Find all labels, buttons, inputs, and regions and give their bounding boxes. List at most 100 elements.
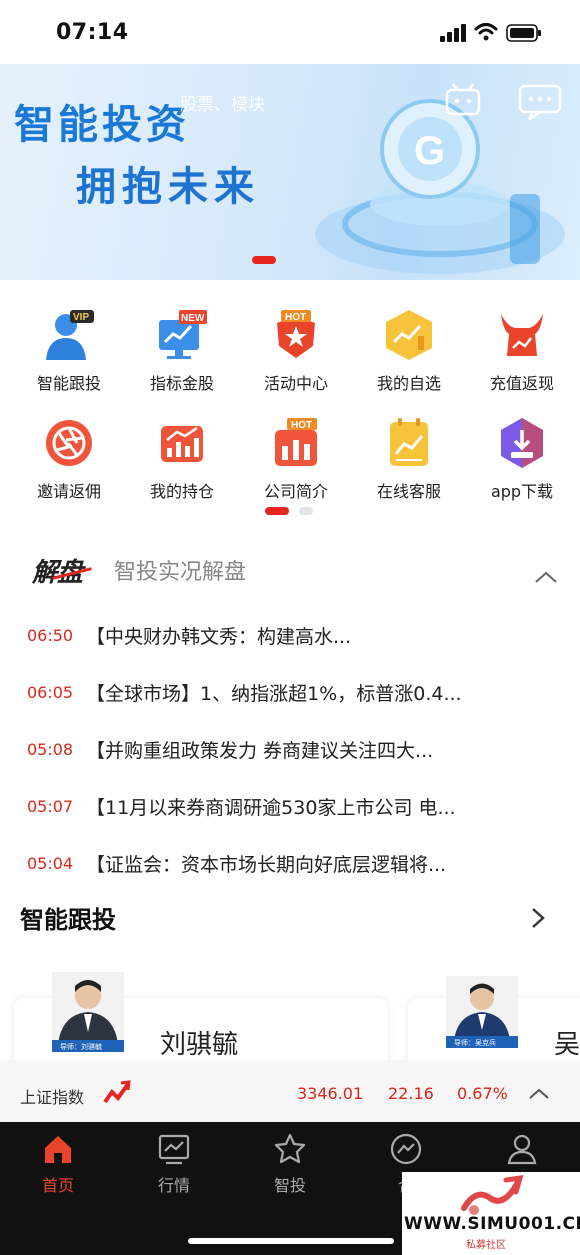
index-ticker[interactable]: 上证指数 3346.01 22.16 0.67%	[0, 1060, 580, 1122]
grid-item-label: 我的自选	[376, 374, 441, 393]
bull-icon	[501, 314, 543, 356]
tab-smart-invest[interactable]: 智投	[250, 1132, 330, 1196]
trend-calendar-icon	[390, 418, 428, 466]
grid-item-my-watchlist[interactable]: 我的自选	[354, 300, 464, 394]
svg-text:NEW: NEW	[181, 313, 205, 324]
hot-star-badge-icon: HOT	[277, 310, 315, 358]
tab-market[interactable]: 行情	[134, 1132, 214, 1196]
banner-headline: 智能投资	[14, 102, 190, 148]
grid-item-label: 指标金股	[149, 374, 214, 393]
battery-icon	[506, 24, 541, 42]
message-icon[interactable]	[518, 84, 562, 120]
banner-subheadline: 拥抱未来	[76, 164, 260, 210]
tab-label: 首页	[41, 1176, 74, 1195]
robot-icon[interactable]	[444, 82, 482, 116]
news-time: 05:04	[27, 854, 74, 873]
compass-icon	[390, 1133, 422, 1165]
vip-person-icon: VIP	[46, 310, 94, 360]
watermark-sub: 私募社区	[466, 1240, 506, 1251]
grid-pager-dot[interactable]	[299, 507, 313, 515]
news-text: 【11月以来券商调研逾530家上市公司 电...	[86, 797, 456, 819]
grid-item-invite-rebate[interactable]: 邀请返佣	[14, 408, 124, 502]
grid-pager-dot-active	[265, 507, 289, 515]
grid-item-app-download[interactable]: app下载	[467, 408, 577, 502]
news-text: 【证监会：资本市场长期向好底层逻辑将...	[86, 854, 447, 876]
mentor-badge: 导师：吴克兵	[454, 1038, 496, 1047]
mentor-avatar: 导师：吴克兵	[446, 976, 518, 1048]
home-icon	[45, 1136, 71, 1163]
grid-item-label: 智能跟投	[36, 374, 101, 393]
chevron-right-icon[interactable]	[530, 906, 546, 930]
search-placeholder[interactable]: 股票、模块	[180, 90, 265, 115]
home-indicator[interactable]	[188, 1238, 394, 1244]
svg-text:HOT: HOT	[285, 312, 306, 323]
chevron-up-icon[interactable]	[528, 1088, 550, 1100]
wifi-icon	[474, 23, 498, 41]
grid-item-label: 活动中心	[263, 374, 328, 393]
jiepan-header: 解盘 智投实况解盘	[0, 548, 580, 594]
banner-pager-dot	[252, 256, 276, 264]
mentor-avatar: 导师：刘骐毓	[52, 972, 124, 1052]
news-time: 06:05	[27, 683, 74, 702]
mentor-name: 吴	[554, 1030, 580, 1060]
download-tray-icon	[501, 418, 543, 468]
grid-item-recharge-cashback[interactable]: 充值返现	[467, 300, 577, 394]
news-item[interactable]: 06:50 【中央财办韩文秀：构建高水...	[0, 618, 580, 658]
portfolio-chart-icon	[161, 426, 203, 462]
signal-icon	[440, 24, 466, 42]
news-time: 05:08	[27, 740, 74, 759]
grid-item-label: app下载	[490, 482, 554, 501]
user-icon	[507, 1134, 537, 1165]
index-price: 3346.01	[297, 1084, 364, 1103]
svg-text:HOT: HOT	[291, 420, 312, 431]
grid-item-smart-follow[interactable]: VIP 智能跟投	[14, 300, 124, 394]
svg-text:G: G	[414, 129, 445, 173]
star-icon	[274, 1133, 306, 1164]
feature-grid-row: VIP 智能跟投 NEW 指标金股 HOT 活动中心 我的自选 充值返现	[0, 300, 580, 408]
tab-label: 行情	[157, 1176, 190, 1195]
grid-item-label: 我的持仓	[149, 482, 214, 501]
app-screen: 07:14 G 智能投资 股票、模块 拥抱未来 VIP 智能跟投 NEW 指标金…	[0, 0, 580, 1255]
index-change: 22.16	[388, 1084, 434, 1103]
grid-item-label: 充值返现	[489, 374, 554, 393]
grid-item-my-holdings[interactable]: 我的持仓	[127, 408, 237, 502]
grid-item-activity-center[interactable]: HOT 活动中心	[241, 300, 351, 394]
news-item[interactable]: 05:08 【并购重组政策发力 券商建议关注四大...	[0, 732, 580, 772]
promo-banner[interactable]: G 智能投资 股票、模块 拥抱未来	[0, 64, 580, 280]
watermark-site: WWW.SIMU001.CN	[404, 1214, 580, 1234]
status-bar: 07:14	[0, 0, 580, 64]
news-item[interactable]: 05:04 【证监会：资本市场长期向好底层逻辑将...	[0, 846, 580, 886]
mentor-badge: 导师：刘骐毓	[60, 1042, 102, 1051]
aperture-icon	[46, 420, 92, 466]
svg-text:VIP: VIP	[73, 312, 89, 323]
chevron-up-icon[interactable]	[534, 570, 558, 584]
hot-bar-chart-icon: HOT	[275, 418, 317, 466]
news-item[interactable]: 05:07 【11月以来券商调研逾530家上市公司 电...	[0, 789, 580, 829]
grid-item-label: 在线客服	[376, 482, 441, 501]
grid-item-label: 邀请返佣	[36, 482, 101, 501]
news-item[interactable]: 06:05 【全球市场】1、纳指涨超1%，标普涨0.4...	[0, 675, 580, 715]
tab-home[interactable]: 首页	[18, 1132, 98, 1196]
smart-follow-title: 智能跟投	[20, 906, 116, 934]
grid-item-label: 公司简介	[263, 482, 328, 501]
grid-item-indicator-stocks[interactable]: NEW 指标金股	[127, 300, 237, 394]
market-chart-icon	[158, 1134, 190, 1165]
news-text: 【中央财办韩文秀：构建高水...	[86, 626, 352, 648]
watermark: WWW.SIMU001.CN 私募社区	[402, 1172, 580, 1255]
grid-item-online-service[interactable]: 在线客服	[354, 408, 464, 502]
news-time: 05:07	[27, 797, 74, 816]
jiepan-title: 智投实况解盘	[114, 560, 247, 585]
feature-grid-row: 邀请返佣 我的持仓 HOT 公司简介 在线客服 app下载	[0, 408, 580, 516]
news-text: 【并购重组政策发力 券商建议关注四大...	[86, 740, 434, 762]
feature-grid: VIP 智能跟投 NEW 指标金股 HOT 活动中心 我的自选 充值返现 邀请返…	[0, 300, 580, 516]
mentor-name: 刘骐毓	[160, 1030, 239, 1060]
index-name: 上证指数	[20, 1088, 85, 1107]
new-chart-monitor-icon: NEW	[159, 310, 207, 359]
grid-item-company-intro[interactable]: HOT 公司简介	[241, 408, 351, 502]
candlestick-icon	[386, 310, 432, 360]
status-time: 07:14	[56, 20, 129, 45]
watermark-logo-icon	[461, 1174, 524, 1215]
news-text: 【全球市场】1、纳指涨超1%，标普涨0.4...	[86, 683, 462, 705]
trend-up-icon	[103, 1080, 131, 1104]
tab-label: 智投	[273, 1176, 306, 1195]
